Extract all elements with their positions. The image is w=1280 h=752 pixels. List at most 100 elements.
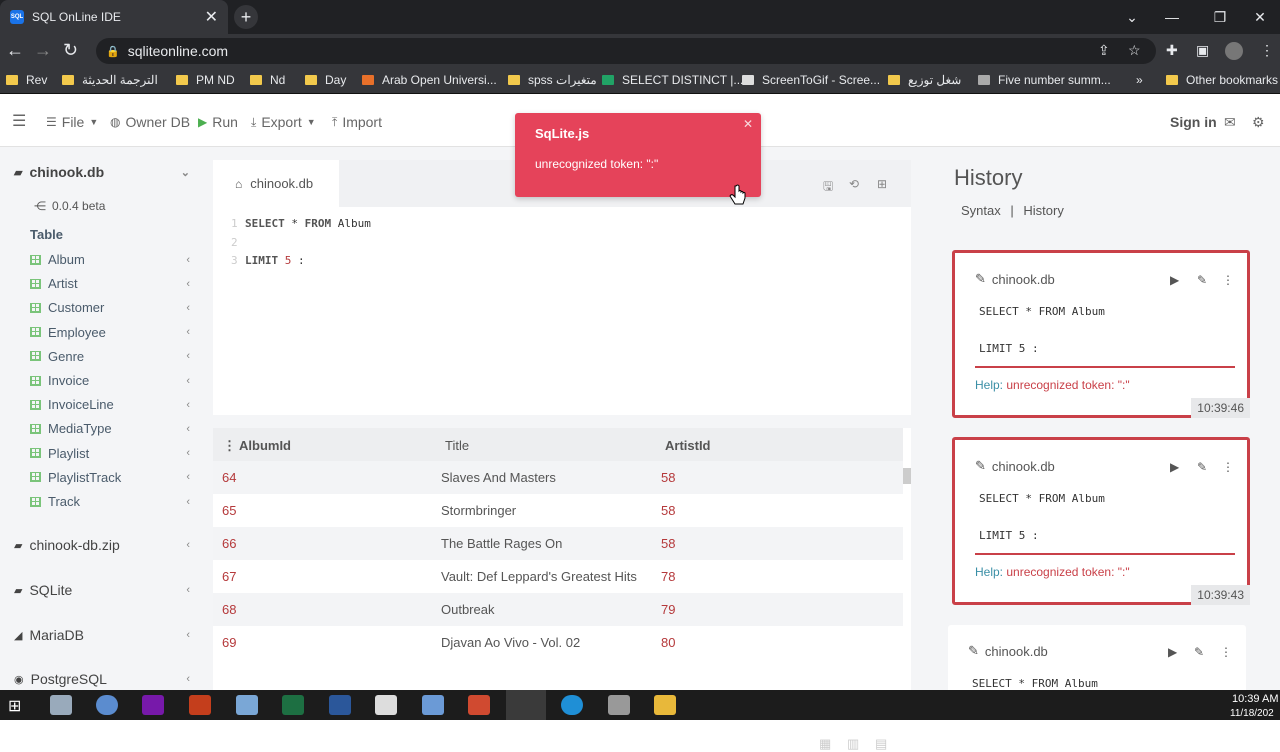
sidebar-db-postgresql[interactable]: ◉ PostgreSQL ‹	[14, 671, 190, 687]
bookmark-item[interactable]: PM ND	[176, 73, 235, 87]
text-view-icon[interactable]: ▤	[875, 736, 887, 752]
import-button[interactable]: ⤒ Import	[332, 114, 382, 130]
bookmark-item[interactable]: ScreenToGif - Scree...	[742, 73, 880, 87]
file-explorer-icon[interactable]	[654, 695, 676, 715]
sidebar-db-mariadb[interactable]: ◢ MariaDB ‹	[14, 627, 190, 643]
extensions-icon[interactable]: ✚	[1166, 42, 1178, 59]
owner-db-button[interactable]: ◍ Owner DB	[110, 114, 190, 130]
word-icon[interactable]	[329, 695, 351, 715]
sidebar-db-chinook[interactable]: ▰ chinook.db ⌄	[14, 164, 190, 180]
back-icon[interactable]: ←	[6, 40, 24, 61]
history-card[interactable]: ✎ chinook.db ▶ ✎ ⋮ SELECT * FROM Album LIMIT 5…	[952, 437, 1250, 605]
bookmark-item[interactable]: Nd	[250, 73, 285, 87]
taskbar-app-icon[interactable]	[468, 695, 490, 715]
profile-avatar[interactable]	[1225, 42, 1243, 60]
syntax-link[interactable]: Syntax	[961, 203, 1001, 218]
menu-kebab-icon[interactable]: ⋮	[1260, 42, 1274, 59]
history-link[interactable]: History	[1023, 203, 1063, 218]
hamburger-icon[interactable]: ☰	[12, 111, 26, 131]
database-app-icon[interactable]	[608, 695, 630, 715]
gear-icon[interactable]: ⚙	[1252, 114, 1265, 131]
bookmark-star-icon[interactable]: ☆	[1128, 42, 1141, 59]
sidebar-table-item[interactable]: Album ‹	[30, 252, 190, 267]
sidebar-table-item[interactable]: MediaType ‹	[30, 421, 190, 436]
mail-icon[interactable]: ✉	[1224, 114, 1236, 131]
bookmark-item[interactable]: SELECT DISTINCT |...	[602, 73, 743, 87]
export-menu[interactable]: ⤓ Export ▼	[251, 114, 316, 130]
kebab-menu-icon[interactable]: ⋮	[1222, 460, 1234, 474]
powerpoint-icon[interactable]	[189, 695, 211, 715]
editor-tab-chinook[interactable]: ⌂ chinook.db	[213, 160, 339, 207]
table-row[interactable]: 66 The Battle Rages On 58	[213, 527, 903, 560]
sidebar-table-item[interactable]: Invoice ‹	[30, 373, 190, 388]
grid-view-icon[interactable]: ▦	[819, 736, 831, 752]
bookmark-item[interactable]: Other bookmarks	[1166, 73, 1278, 87]
table-row[interactable]: 69 Djavan Ao Vivo - Vol. 02 80	[213, 626, 903, 659]
bookmark-item[interactable]: spss متغيرات	[508, 73, 597, 87]
sidebar-table-item[interactable]: Track ‹	[30, 494, 190, 509]
windows-start-icon[interactable]: ⊞	[8, 696, 21, 716]
sign-in-link[interactable]: Sign in	[1170, 114, 1217, 130]
window-close-icon[interactable]: ✕	[1240, 0, 1280, 34]
column-header[interactable]: ArtistId	[665, 438, 711, 453]
bookmark-item[interactable]: Five number summ...	[978, 73, 1111, 87]
run-button[interactable]: ▶ Run	[198, 114, 238, 130]
edit-icon[interactable]: ✎	[1194, 645, 1204, 659]
bookmark-item[interactable]: Day	[305, 73, 346, 87]
chrome-icon[interactable]	[506, 690, 546, 720]
play-icon[interactable]: ▶	[1170, 273, 1179, 287]
save-icon[interactable]: 🖫	[823, 177, 833, 198]
file-menu[interactable]: ☰ File ▼	[46, 114, 98, 130]
tab-search-icon[interactable]: ⌄	[1112, 0, 1152, 34]
sidebar-table-item[interactable]: PlaylistTrack ‹	[30, 470, 190, 485]
edge-icon[interactable]	[561, 695, 583, 715]
more-bookmarks-icon[interactable]: »	[1136, 73, 1143, 87]
sidebar-table-item[interactable]: InvoiceLine ‹	[30, 397, 190, 412]
sidebar-table-item[interactable]: Genre ‹	[30, 349, 190, 364]
omnibox[interactable]: 🔒 sqliteonline.com	[96, 38, 1156, 64]
restore-icon[interactable]: ❐	[1200, 0, 1240, 34]
forward-icon[interactable]: →	[34, 40, 52, 61]
sidepanel-icon[interactable]: ▣	[1196, 42, 1209, 59]
play-icon[interactable]: ▶	[1168, 645, 1177, 659]
add-tab-icon[interactable]: ⊞	[877, 177, 887, 191]
new-tab-button[interactable]: +	[234, 5, 258, 29]
table-row[interactable]: 65 Stormbringer 58	[213, 494, 903, 527]
refresh-icon[interactable]: ⟲	[849, 177, 859, 191]
excel-icon[interactable]	[282, 695, 304, 715]
reload-icon[interactable]: ↻	[63, 40, 78, 61]
toast-close-icon[interactable]: ✕	[743, 117, 753, 131]
kebab-menu-icon[interactable]: ⋮	[1222, 273, 1234, 287]
close-tab-icon[interactable]: ✕	[205, 7, 218, 27]
bookmark-item[interactable]: Rev	[6, 73, 47, 87]
taskbar-app-icon[interactable]	[96, 695, 118, 715]
column-header[interactable]: AlbumId	[239, 438, 291, 453]
table-row[interactable]: 68 Outbreak 79	[213, 593, 903, 626]
taskbar-app-icon[interactable]	[422, 695, 444, 715]
sidebar-db-sqlite[interactable]: ▰ SQLite ‹	[14, 582, 190, 598]
sidebar-table-item[interactable]: Artist ‹	[30, 276, 190, 291]
chart-view-icon[interactable]: ▥	[847, 736, 859, 752]
bookmark-item[interactable]: الترجمة الحديثة	[62, 73, 158, 87]
edit-icon[interactable]: ✎	[1197, 460, 1207, 474]
play-icon[interactable]: ▶	[1170, 460, 1179, 474]
column-header[interactable]: Title	[445, 438, 469, 453]
row-menu-icon[interactable]: ⋮	[223, 438, 236, 454]
scrollbar-thumb[interactable]	[903, 468, 911, 484]
calculator-icon[interactable]	[236, 695, 258, 715]
sidebar-table-item[interactable]: Playlist ‹	[30, 446, 190, 461]
kebab-menu-icon[interactable]: ⋮	[1220, 645, 1232, 659]
onenote-icon[interactable]	[142, 695, 164, 715]
browser-tab[interactable]: SQL SQL OnLine IDE ✕	[0, 0, 228, 34]
sidebar-table-item[interactable]: Customer ‹	[30, 300, 190, 315]
taskbar-app-icon[interactable]	[375, 695, 397, 715]
taskbar-app-icon[interactable]	[50, 695, 72, 715]
error-toast[interactable]: SqLite.js ✕ unrecognized token: ":"	[515, 113, 761, 197]
history-card[interactable]: ✎ chinook.db ▶ ✎ ⋮ SELECT * FROM Album LIMIT 5…	[952, 250, 1250, 418]
table-row[interactable]: 64 Slaves And Masters 58	[213, 461, 903, 494]
edit-icon[interactable]: ✎	[1197, 273, 1207, 287]
minimize-icon[interactable]: —	[1152, 0, 1192, 34]
sidebar-db-chinook-zip[interactable]: ▰ chinook-db.zip ‹	[14, 537, 190, 553]
bookmark-item[interactable]: شغل توزيع	[888, 73, 961, 87]
table-row[interactable]: 67 Vault: Def Leppard's Greatest Hits 78	[213, 560, 903, 593]
